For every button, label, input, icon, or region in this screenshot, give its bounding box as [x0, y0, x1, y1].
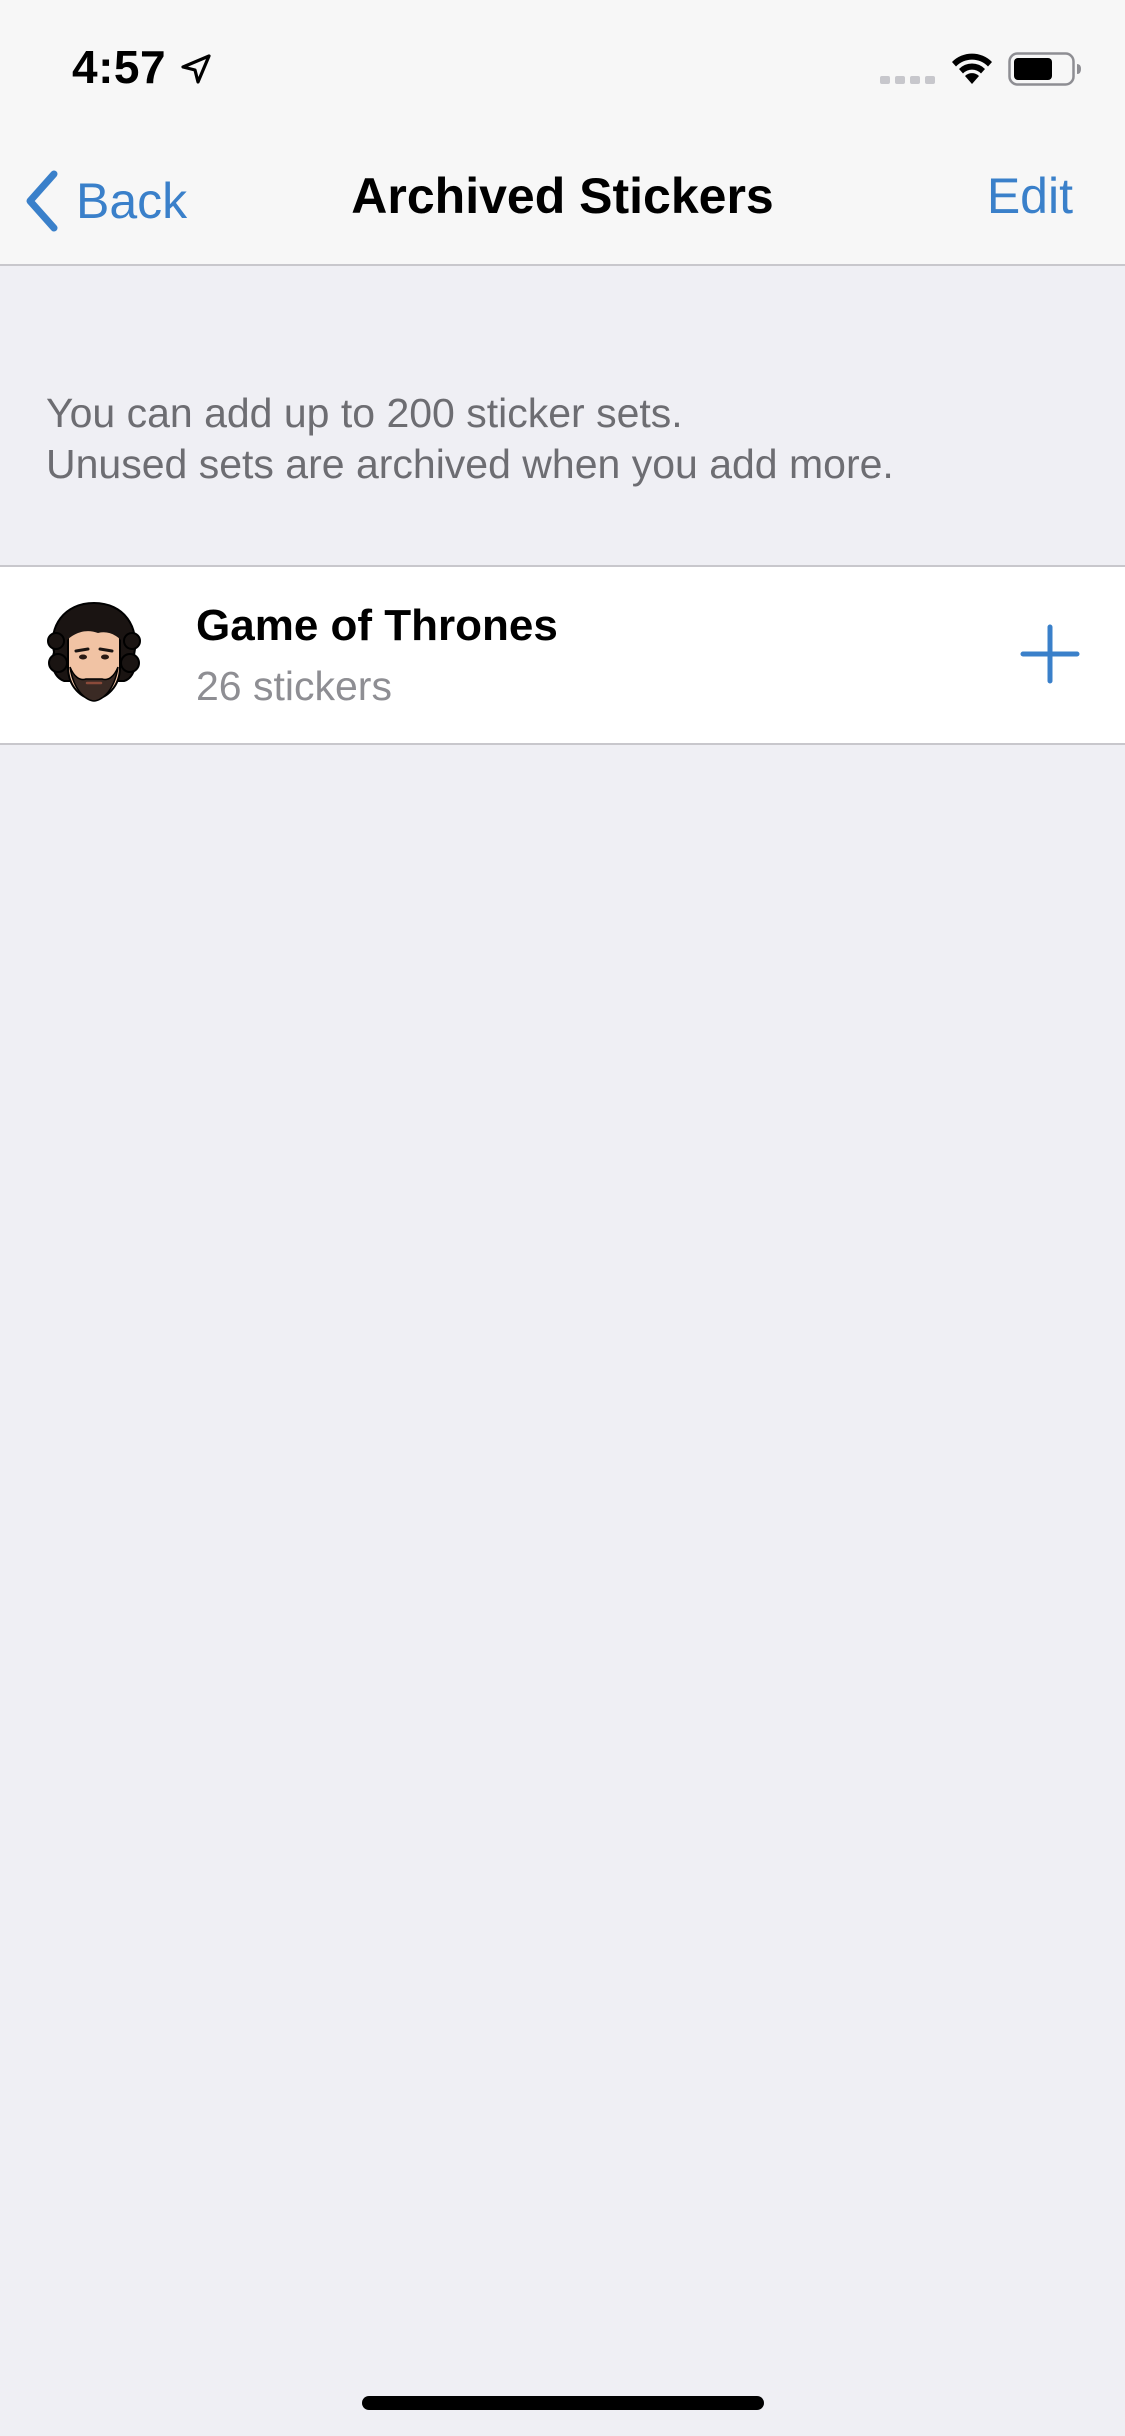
- battery-icon: [1008, 52, 1081, 86]
- cellular-signal-icon: [880, 76, 935, 84]
- sticker-set-row[interactable]: Game of Thrones 26 stickers: [0, 567, 1125, 743]
- status-bar: 4:57: [0, 0, 1125, 135]
- sticker-set-name: Game of Thrones: [196, 601, 558, 650]
- sticker-set-list: Game of Thrones 26 stickers: [0, 565, 1125, 745]
- sticker-thumbnail-icon: [47, 601, 141, 702]
- navigation-bar: Back Archived Stickers Edit: [0, 135, 1125, 266]
- plus-icon[interactable]: [1019, 623, 1081, 685]
- status-time: 4:57: [72, 41, 167, 93]
- location-arrow-icon: [181, 54, 211, 84]
- home-indicator[interactable]: [362, 2396, 764, 2410]
- back-button[interactable]: Back: [20, 165, 187, 237]
- info-text: You can add up to 200 sticker sets. Unus…: [46, 388, 1086, 490]
- edit-button[interactable]: Edit: [987, 167, 1073, 225]
- back-label: Back: [76, 173, 188, 229]
- info-line-2: Unused sets are archived when you add mo…: [46, 441, 894, 487]
- sticker-set-count: 26 stickers: [196, 663, 392, 709]
- wifi-icon: [952, 53, 992, 84]
- chevron-left-icon: [26, 170, 58, 232]
- info-line-1: You can add up to 200 sticker sets.: [46, 390, 683, 436]
